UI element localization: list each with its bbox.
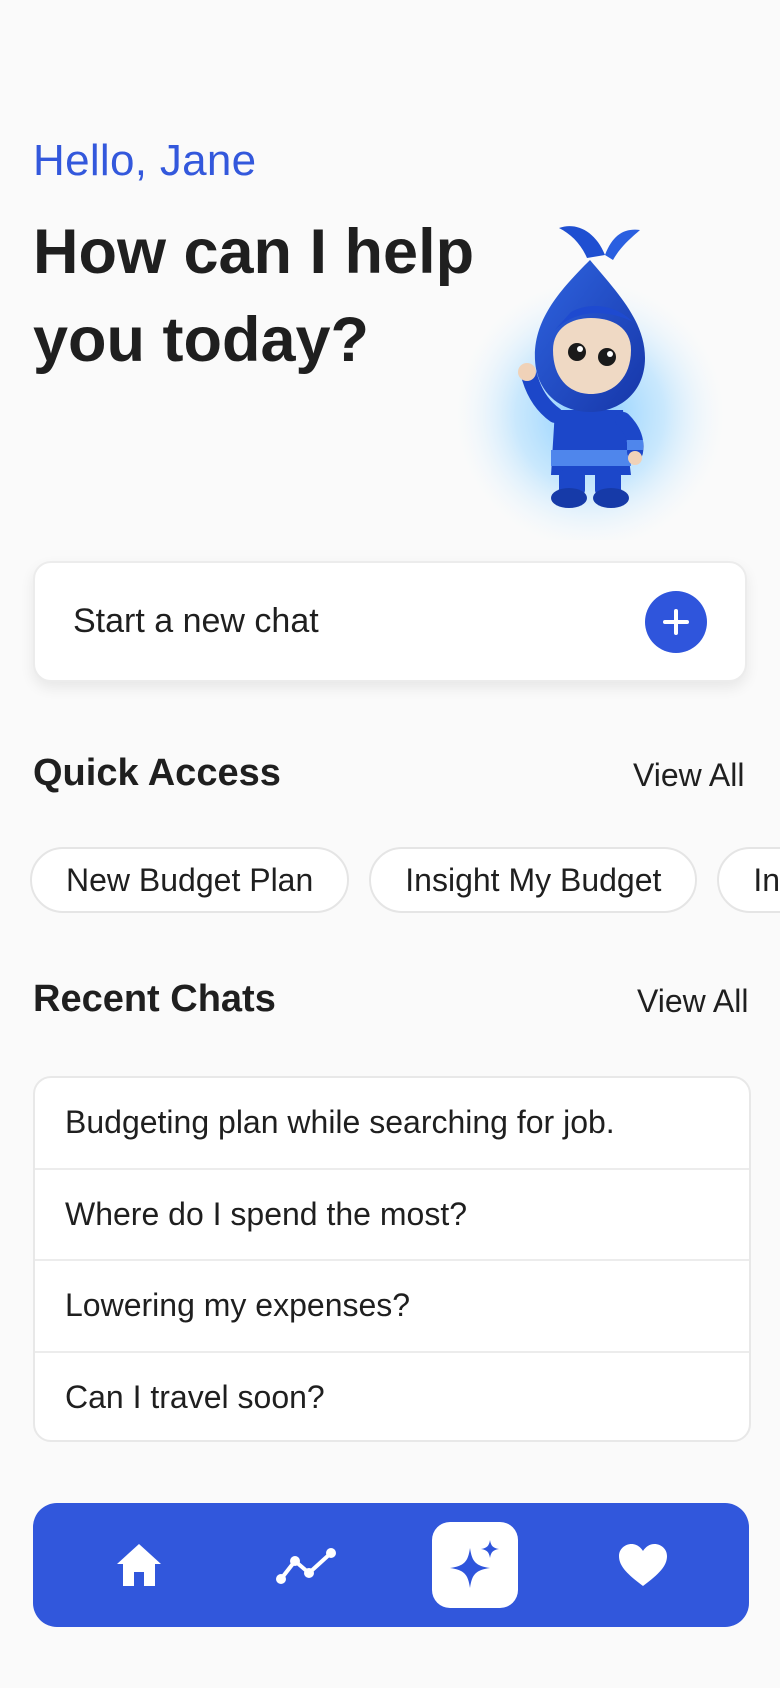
nav-ai-assistant-button[interactable] (432, 1522, 518, 1608)
recent-chats-list: Budgeting plan while searching for job. … (33, 1076, 751, 1442)
recent-chats-title: Recent Chats (33, 978, 276, 1020)
list-item[interactable]: Can I travel soon? (35, 1353, 749, 1441)
list-item[interactable]: Lowering my expenses? (35, 1261, 749, 1353)
new-chat-label: Start a new chat (73, 602, 319, 640)
nav-home-button[interactable] (96, 1522, 182, 1608)
heart-icon (619, 1544, 667, 1586)
chip-insight-my-budget[interactable]: Insight My Budget (369, 847, 698, 913)
bottom-nav-bar (33, 1503, 749, 1627)
assistant-home-screen: Hello, Jane How can I help you today? St… (0, 0, 780, 1688)
nav-analytics-button[interactable] (264, 1522, 350, 1608)
plus-icon[interactable] (645, 590, 707, 653)
chip-new-budget-plan[interactable]: New Budget Plan (30, 847, 350, 913)
start-new-chat-button[interactable]: Start a new chat (33, 561, 747, 682)
list-item[interactable]: Where do I spend the most? (35, 1170, 749, 1261)
greeting-text: Hello, Jane (33, 136, 257, 185)
quick-access-chips: New Budget Plan Insight My Budget In (30, 847, 780, 913)
headline-text: How can I help you today? (33, 217, 475, 375)
quick-access-title: Quick Access (33, 752, 281, 794)
recent-chats-view-all-link[interactable]: View All (637, 983, 748, 1020)
trend-chart-icon (276, 1548, 336, 1584)
nav-favorites-button[interactable] (600, 1522, 686, 1608)
sparkle-ai-icon (450, 1540, 499, 1588)
mascot-illustration (455, 226, 725, 540)
chip-partial[interactable]: In (717, 847, 780, 913)
quick-access-view-all-link[interactable]: View All (633, 757, 744, 794)
list-item[interactable]: Budgeting plan while searching for job. (35, 1078, 749, 1170)
home-icon (117, 1544, 161, 1586)
